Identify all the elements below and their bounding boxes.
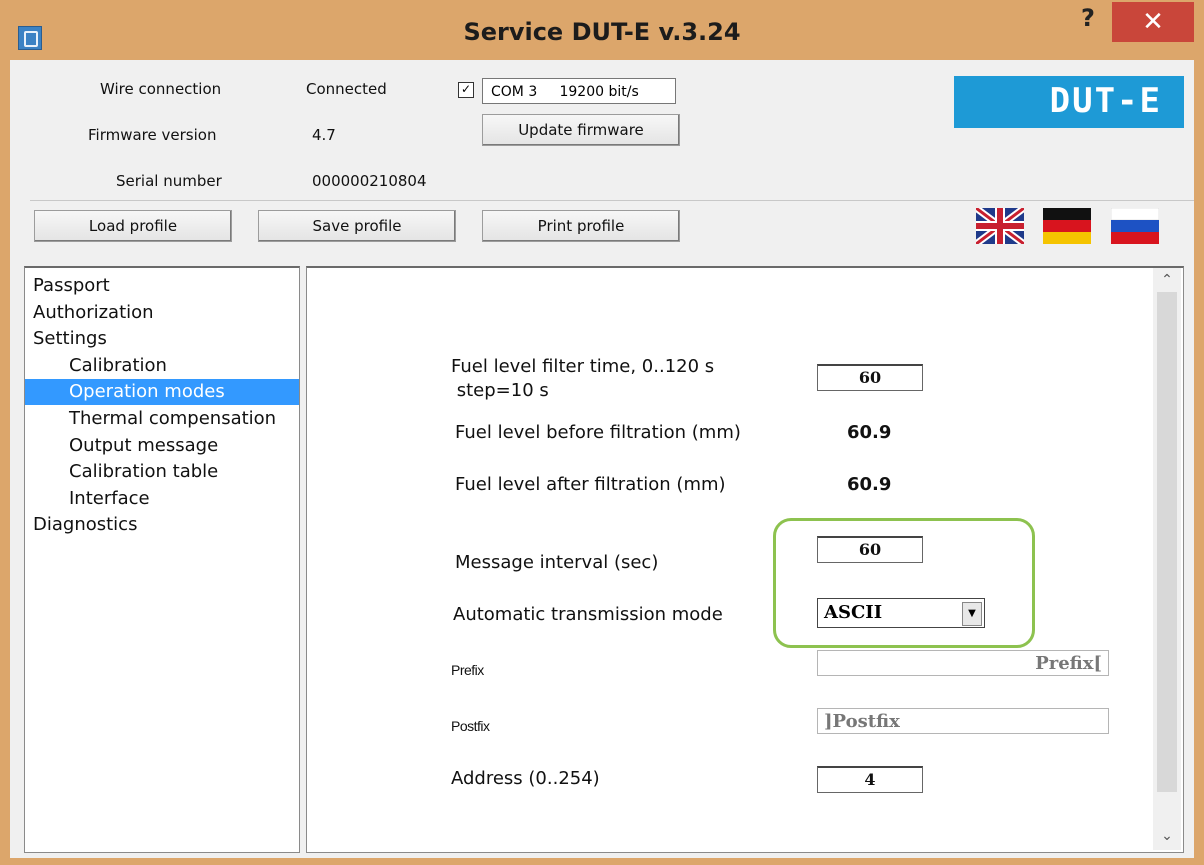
tree-item-output-message[interactable]: Output message [69, 433, 218, 459]
scroll-down-icon[interactable]: ⌄ [1157, 826, 1177, 846]
tree-item-settings[interactable]: Settings [33, 326, 107, 352]
window-title: Service DUT-E v.3.24 [463, 18, 741, 46]
title-bar[interactable]: Service DUT-E v.3.24 ? ✕ [0, 0, 1204, 62]
after-filtration-value: 60.9 [847, 474, 892, 495]
update-firmware-button[interactable]: Update firmware [482, 114, 680, 146]
message-interval-input[interactable]: 60 [817, 536, 923, 563]
tree-item-authorization[interactable]: Authorization [33, 300, 154, 326]
tree-item-diagnostics[interactable]: Diagnostics [33, 512, 137, 538]
english-flag-icon[interactable] [976, 208, 1024, 244]
postfix-input[interactable]: ]Postfix [817, 708, 1109, 734]
after-filtration-label: Fuel level after filtration (mm) [455, 474, 726, 495]
firmware-version-label: Firmware version [88, 126, 217, 144]
vertical-scrollbar[interactable]: ⌃ ⌄ [1153, 268, 1181, 850]
tree-item-calibration-table[interactable]: Calibration table [69, 459, 218, 485]
scroll-thumb[interactable] [1157, 292, 1177, 792]
client-area: Wire connection Connected Firmware versi… [10, 60, 1194, 858]
dropdown-arrow-icon[interactable]: ▼ [962, 602, 982, 626]
firmware-version-value: 4.7 [312, 126, 336, 144]
tree-item-calibration[interactable]: Calibration [69, 353, 167, 379]
tree-item-passport[interactable]: Passport [33, 273, 110, 299]
filter-time-label: Fuel level filter time, 0..120 s [451, 356, 715, 377]
before-filtration-value: 60.9 [847, 422, 892, 443]
dut-e-logo: DUT-E [954, 76, 1184, 128]
app-window: Service DUT-E v.3.24 ? ✕ Wire connection… [0, 0, 1204, 865]
transmission-mode-select[interactable]: ASCII ▼ [817, 598, 985, 628]
navigation-tree: Passport Authorization Settings Calibrat… [24, 266, 300, 853]
postfix-label: Postfix [451, 718, 490, 734]
close-button[interactable]: ✕ [1112, 2, 1194, 42]
com-checkbox[interactable]: ✓ [458, 82, 474, 98]
russian-flag-icon[interactable] [1110, 207, 1160, 244]
message-interval-label: Message interval (sec) [455, 552, 659, 573]
serial-number-label: Serial number [116, 172, 222, 190]
serial-number-value: 000000210804 [312, 172, 427, 190]
transmission-mode-label: Automatic transmission mode [453, 604, 723, 625]
tree-item-thermal-compensation[interactable]: Thermal compensation [69, 406, 276, 432]
filter-time-input[interactable]: 60 [817, 364, 923, 391]
scroll-up-icon[interactable]: ⌃ [1157, 270, 1177, 290]
tree-item-interface[interactable]: Interface [69, 486, 150, 512]
wire-connection-value: Connected [306, 80, 387, 98]
address-input[interactable]: 4 [817, 766, 923, 793]
save-profile-button[interactable]: Save profile [258, 210, 456, 242]
transmission-mode-value: ASCII [824, 602, 883, 623]
toolbar-divider [30, 200, 1194, 201]
print-profile-button[interactable]: Print profile [482, 210, 680, 242]
com-port-field[interactable]: COM 3 19200 bit/s [482, 78, 676, 104]
address-label: Address (0..254) [451, 768, 600, 789]
before-filtration-label: Fuel level before filtration (mm) [455, 422, 741, 443]
operation-modes-panel: Fuel level filter time, 0..120 s step=10… [306, 266, 1184, 853]
tree-item-operation-modes[interactable]: Operation modes [25, 379, 299, 405]
wire-connection-label: Wire connection [100, 80, 222, 98]
filter-time-step-label: step=10 s [451, 380, 549, 401]
german-flag-icon[interactable] [1043, 208, 1091, 244]
prefix-label: Prefix [451, 662, 484, 678]
help-button[interactable]: ? [1068, 4, 1108, 38]
load-profile-button[interactable]: Load profile [34, 210, 232, 242]
prefix-input[interactable]: Prefix[ [817, 650, 1109, 676]
